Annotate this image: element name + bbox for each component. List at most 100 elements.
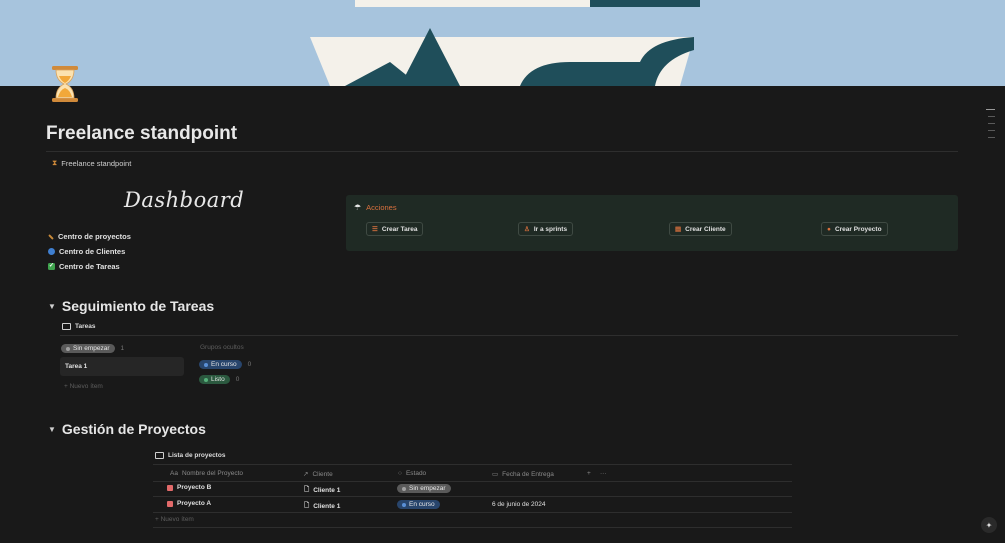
nav-link-clients[interactable]: Centro de Clientes	[48, 247, 125, 256]
relation-arrow-icon: ↗	[303, 471, 309, 478]
toc-marker[interactable]	[986, 109, 995, 110]
status-dot	[402, 502, 406, 507]
calendar-page-icon	[167, 500, 173, 507]
group-count: 0	[247, 361, 252, 368]
go-to-sprints-button[interactable]: ♙ Ir a sprints	[518, 222, 574, 236]
nav-link-label: Centro de Tareas	[59, 262, 120, 271]
divider	[153, 481, 792, 482]
view-tab-project-list[interactable]: Lista de proyectos	[155, 452, 225, 459]
status-badge: Sin empezar	[397, 484, 451, 493]
hidden-group-done[interactable]: Listo 0	[199, 375, 239, 384]
toc-marker[interactable]	[988, 116, 995, 117]
column-header-due-date[interactable]: ▭ Fecha de Entrega	[492, 470, 554, 479]
nav-link-label: Centro de proyectos	[58, 232, 131, 241]
new-item-button[interactable]: + Nuevo ítem	[155, 516, 194, 523]
umbrella-icon: ☂	[354, 203, 362, 212]
dashboard-heading: Dashboard	[124, 188, 245, 212]
project-icon: ●	[827, 225, 831, 233]
status-badge: En curso	[199, 360, 242, 369]
group-count: 1	[120, 345, 125, 352]
cell-text: Proyecto A	[177, 500, 212, 507]
page-icon: 🗋	[304, 486, 310, 493]
table-row-status[interactable]: En curso	[397, 500, 440, 509]
status-label: Listo	[211, 376, 225, 383]
create-project-button[interactable]: ● Crear Proyecto	[821, 222, 888, 236]
calendar-page-icon	[167, 484, 173, 491]
calendar-icon: ▭	[492, 471, 499, 478]
button-label: Crear Proyecto	[834, 225, 882, 233]
hourglass-icon: ⧗	[52, 158, 58, 167]
button-label: Crear Tarea	[381, 225, 418, 233]
page-link-freelance[interactable]: ⧗ Freelance standpoint	[52, 158, 131, 168]
nav-link-projects[interactable]: Centro de proyectos	[48, 232, 131, 241]
status-label: Sin empezar	[73, 345, 110, 352]
toggle-triangle-icon[interactable]: ▼	[48, 425, 56, 434]
section-heading: Seguimiento de Tareas	[61, 298, 215, 314]
nav-link-tasks[interactable]: ✓ Centro de Tareas	[48, 262, 120, 271]
people-icon	[48, 248, 55, 255]
new-item-label: Nuevo ítem	[160, 516, 194, 523]
hammer-icon	[48, 233, 54, 240]
new-item-button[interactable]: + Nuevo ítem	[64, 383, 103, 390]
table-row-client[interactable]: 🗋 Cliente 1	[304, 485, 340, 496]
actions-callout: ☂ Acciones ☰ Crear Tarea ♙ Ir a sprints …	[346, 195, 958, 251]
divider	[153, 464, 792, 465]
column-label: Cliente	[312, 470, 333, 478]
page-title[interactable]: Freelance standpoint	[46, 123, 237, 145]
cell-text: 6 de junio de 2024	[492, 501, 546, 508]
check-icon: ✓	[48, 263, 55, 270]
button-label: Ir a sprints	[533, 225, 568, 233]
status-badge: Sin empezar	[61, 344, 115, 353]
column-label: Estado	[405, 470, 427, 477]
toc-marker[interactable]	[988, 130, 995, 131]
runner-icon: ♙	[524, 226, 530, 233]
page-link-label: Freelance standpoint	[61, 158, 132, 168]
hourglass-icon[interactable]	[50, 64, 80, 104]
status-circle-icon: ○	[398, 470, 402, 477]
group-count: 0	[235, 376, 240, 383]
status-badge: Listo	[199, 375, 230, 384]
task-card[interactable]: Tarea 1	[60, 357, 184, 376]
cell-text: Cliente 1	[313, 503, 341, 510]
toc-marker[interactable]	[988, 123, 995, 124]
section-task-tracking[interactable]: ▼ Seguimiento de Tareas	[48, 298, 214, 314]
hidden-group-in-progress[interactable]: En curso 0	[199, 360, 251, 369]
status-label: Sin empezar	[409, 485, 446, 492]
ai-assistant-button[interactable]: ✦	[981, 517, 997, 533]
contact-icon: ▤	[675, 226, 682, 233]
add-column-button[interactable]: +	[587, 470, 591, 477]
divider	[46, 151, 958, 152]
group-header-not-started[interactable]: Sin empezar 1	[61, 344, 124, 353]
text-type-icon: Aa	[170, 470, 178, 477]
card-title: Tarea 1	[65, 363, 88, 370]
cover-image	[0, 0, 1005, 86]
status-dot	[204, 377, 208, 382]
button-label: Crear Cliente	[685, 225, 726, 233]
status-label: En curso	[409, 501, 435, 508]
table-row-status[interactable]: Sin empezar	[397, 484, 451, 493]
table-row-name[interactable]: Proyecto A	[167, 500, 211, 507]
divider	[60, 335, 958, 336]
nav-link-label: Centro de Clientes	[59, 247, 126, 256]
view-tab-tasks[interactable]: Tareas	[62, 323, 95, 330]
status-dot	[66, 346, 70, 351]
more-options-button[interactable]: ···	[600, 470, 607, 477]
divider	[153, 496, 792, 497]
status-dot	[204, 362, 208, 367]
table-row-due-date[interactable]: 6 de junio de 2024	[492, 501, 546, 508]
column-header-name[interactable]: Aa Nombre del Proyecto	[170, 470, 243, 477]
hidden-groups-label: Grupos ocultos	[200, 344, 244, 351]
table-row-client[interactable]: 🗋 Cliente 1	[304, 501, 340, 512]
create-client-button[interactable]: ▤ Crear Cliente	[669, 222, 732, 236]
view-tab-label: Tareas	[75, 323, 96, 330]
create-task-button[interactable]: ☰ Crear Tarea	[366, 222, 424, 236]
column-header-status[interactable]: ○ Estado	[398, 470, 426, 477]
table-row-name[interactable]: Proyecto B	[167, 484, 211, 491]
view-tab-label: Lista de proyectos	[168, 452, 226, 459]
status-dot	[402, 486, 406, 491]
column-header-client[interactable]: ↗ Cliente	[303, 470, 333, 479]
actions-header: ☂ Acciones	[354, 203, 397, 212]
section-project-management[interactable]: ▼ Gestión de Proyectos	[48, 421, 206, 437]
toggle-triangle-icon[interactable]: ▼	[48, 302, 56, 311]
toc-marker[interactable]	[988, 137, 995, 138]
